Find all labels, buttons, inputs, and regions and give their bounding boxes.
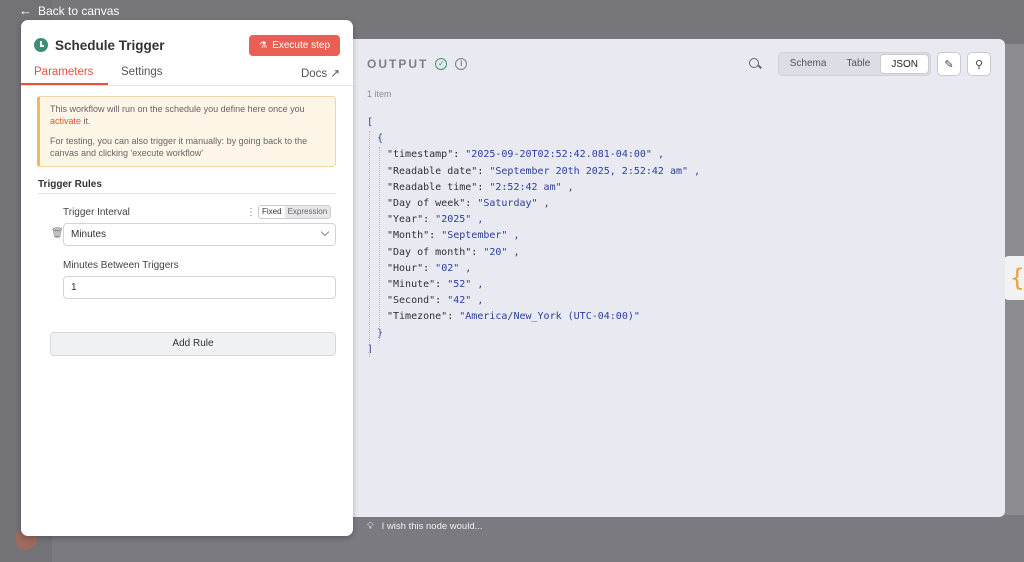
json-key[interactable]: "Hour" <box>387 263 423 274</box>
mode-expression[interactable]: Expression <box>284 206 331 218</box>
braces-icon[interactable]: { <box>1003 256 1024 300</box>
trigger-interval-label: Trigger Interval <box>63 207 130 218</box>
minutes-between-label: Minutes Between Triggers <box>63 260 179 271</box>
json-open-brace: { <box>377 133 384 145</box>
tabs: Parameters Settings Docs ↗ <box>21 64 353 86</box>
json-entry: "Readable time": "2:52:42 am" , <box>387 181 574 193</box>
node-header: Schedule Trigger ⚗ Execute step <box>34 34 340 56</box>
execute-step-label: Execute step <box>272 39 330 51</box>
json-key[interactable]: "Year" <box>387 214 423 225</box>
trigger-interval-value: Minutes <box>71 229 107 240</box>
view-schema[interactable]: Schema <box>780 54 837 74</box>
json-value[interactable]: "2:52:42 am" <box>489 182 561 193</box>
json-value[interactable]: "September 20th 2025, 2:52:42 am" <box>489 166 688 177</box>
parameters-panel: Schedule Trigger ⚗ Execute step Paramete… <box>21 20 353 536</box>
json-entry: "Day of week": "Saturday" , <box>387 198 550 210</box>
view-mode-toggle: Schema Table JSON <box>777 52 931 76</box>
indent-guide <box>369 131 370 357</box>
docs-link[interactable]: Docs ↗ <box>301 66 340 80</box>
json-entry: "Month": "September" , <box>387 230 520 242</box>
output-title: OUTPUT <box>367 57 429 71</box>
json-key[interactable]: "Day of month" <box>387 247 471 258</box>
feedback-label: I wish this node would... <box>381 521 483 532</box>
minutes-between-input[interactable]: 1 <box>63 276 336 299</box>
docs-label: Docs <box>300 68 328 80</box>
json-key[interactable]: "Readable date" <box>387 166 477 177</box>
json-entry: "Year": "2025" , <box>387 214 484 226</box>
divider <box>38 193 336 194</box>
notice-text: it. <box>81 116 91 126</box>
json-value[interactable]: "Saturday" <box>477 198 537 209</box>
json-value[interactable]: "2025-09-20T02:52:42.081-04:00" <box>465 149 652 160</box>
json-entry: "Hour": "02" , <box>387 262 472 274</box>
json-entry: "Readable date": "September 20th 2025, 2… <box>387 165 701 177</box>
json-value[interactable]: "42" <box>447 295 471 306</box>
trigger-rules-title: Trigger Rules <box>38 179 102 190</box>
json-value[interactable]: "September" <box>441 230 507 241</box>
trigger-interval-select[interactable]: Minutes <box>63 223 336 246</box>
clock-icon <box>34 38 48 52</box>
json-value[interactable]: "20" <box>483 247 507 258</box>
arrow-left-icon: ← <box>19 3 32 18</box>
edit-pencil-icon[interactable]: ✎ <box>937 52 961 76</box>
fixed-expression-toggle: Fixed Expression <box>258 205 332 219</box>
json-value[interactable]: "02" <box>435 263 459 274</box>
check-circle-icon: ✓ <box>435 58 448 70</box>
json-close-bracket: ] <box>367 343 374 355</box>
more-options-icon[interactable]: ⋮ <box>246 207 256 218</box>
notice-text: This workflow will run on the schedule y… <box>50 104 305 114</box>
notice-text-testing: For testing, you can also trigger it man… <box>50 136 308 158</box>
trash-icon[interactable]: 🗑︎ <box>51 228 64 239</box>
json-output: [ { "timestamp": "2025-09-20T02:52:42.08… <box>367 115 700 358</box>
tab-settings[interactable]: Settings <box>121 66 163 78</box>
info-icon[interactable]: i <box>455 58 468 70</box>
json-open-bracket: [ <box>367 117 374 128</box>
tab-parameters[interactable]: Parameters <box>34 66 93 78</box>
json-value[interactable]: "America/New_York (UTC-04:00)" <box>459 311 640 322</box>
output-header: OUTPUT ✓ i Schema Table JSON ✎ ⚲ <box>367 52 991 76</box>
item-count: 1 item <box>367 89 392 99</box>
json-close-brace: } <box>377 327 384 339</box>
back-to-canvas-link[interactable]: ← Back to canvas <box>19 3 119 18</box>
activate-link[interactable]: activate <box>50 116 81 126</box>
schedule-notice: This workflow will run on the schedule y… <box>37 96 336 167</box>
json-key[interactable]: "Timezone" <box>387 311 447 322</box>
active-tab-indicator <box>21 83 108 85</box>
chevron-down-icon <box>320 227 330 237</box>
output-panel: OUTPUT ✓ i Schema Table JSON ✎ ⚲ 1 item … <box>353 39 1005 517</box>
search-icon[interactable] <box>748 57 762 71</box>
view-table[interactable]: Table <box>836 54 880 74</box>
back-to-canvas-label: Back to canvas <box>38 3 120 18</box>
json-key[interactable]: "Month" <box>387 230 429 241</box>
add-rule-button[interactable]: Add Rule <box>50 332 336 356</box>
indent-guide <box>379 147 380 341</box>
json-key[interactable]: "Minute" <box>387 279 435 290</box>
node-title[interactable]: Schedule Trigger <box>55 38 165 53</box>
execute-step-button[interactable]: ⚗ Execute step <box>249 34 340 56</box>
json-entry: "Timezone": "America/New_York (UTC-04:00… <box>387 311 640 323</box>
json-entry: "Minute": "52" , <box>387 279 484 291</box>
json-entry: "timestamp": "2025-09-20T02:52:42.081-04… <box>387 149 664 161</box>
external-link-icon: ↗ <box>330 68 340 80</box>
json-entry: "Second": "42" , <box>387 295 484 307</box>
json-key[interactable]: "Day of week" <box>387 198 465 209</box>
json-key[interactable]: "Readable time" <box>387 182 477 193</box>
view-json[interactable]: JSON <box>880 54 929 74</box>
mode-fixed[interactable]: Fixed <box>259 206 285 218</box>
feedback-link[interactable]: 💡︎ I wish this node would... <box>367 521 483 532</box>
lightbulb-icon: 💡︎ <box>367 521 374 532</box>
json-value[interactable]: "52" <box>447 279 471 290</box>
flask-icon: ⚗ <box>259 39 268 50</box>
pin-icon[interactable]: ⚲ <box>967 52 991 76</box>
json-key[interactable]: "Second" <box>387 295 435 306</box>
json-entry: "Day of month": "20" , <box>387 246 520 258</box>
json-key[interactable]: "timestamp" <box>387 149 453 160</box>
json-value[interactable]: "2025" <box>435 214 471 225</box>
